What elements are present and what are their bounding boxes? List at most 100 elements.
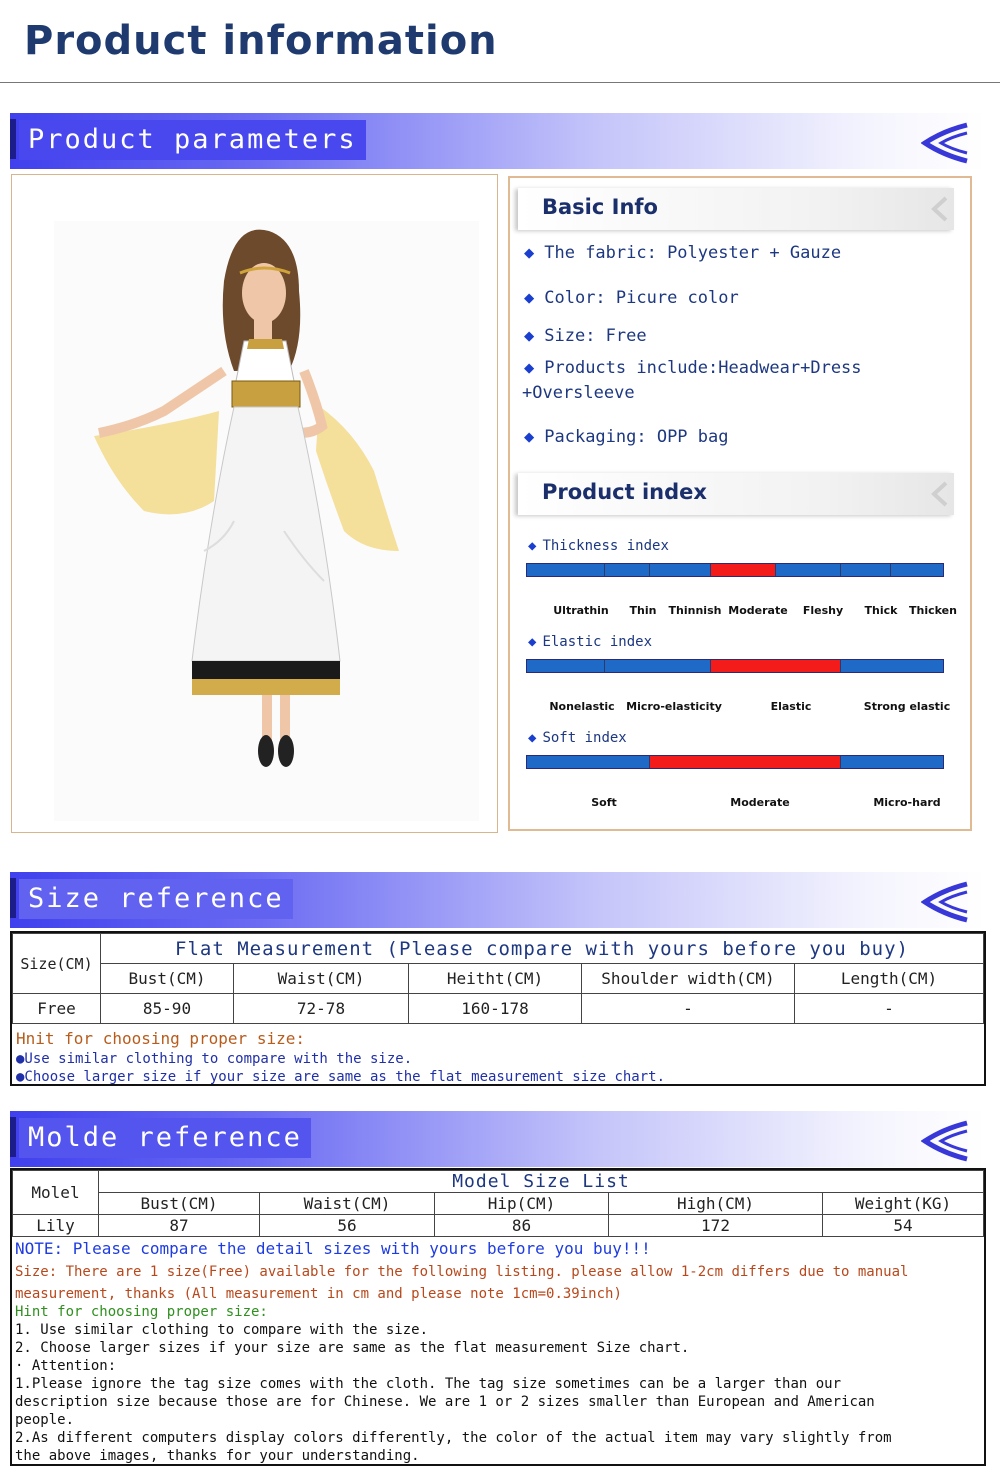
note-attention-2a: 2.As different computers display colors … <box>15 1430 892 1446</box>
column-header: Waist(CM) <box>233 963 409 994</box>
column-header: High(CM) <box>608 1192 823 1215</box>
index-label: Micro-hard <box>873 796 941 809</box>
section-banner-product-parameters: Product parameters <box>10 113 985 169</box>
products-item: ◆ Products include:Headwear+Dress +Oversle… <box>522 358 862 403</box>
table-cell: 72-78 <box>233 993 409 1024</box>
table-cell: 56 <box>259 1214 435 1237</box>
soft-index-bar <box>526 755 944 769</box>
note-size-1: Size: There are 1 size(Free) available f… <box>15 1264 909 1280</box>
index-label: Micro-elasticity <box>626 700 722 713</box>
size-hint-title: Hnit for choosing proper size: <box>16 1029 305 1048</box>
note-hint-1: 1. Use similar clothing to compare with … <box>15 1322 429 1338</box>
column-header: Weight(KG) <box>822 1192 984 1215</box>
index-label: Nonelastic <box>549 700 615 713</box>
index-label: Fleshy <box>802 604 844 617</box>
size-hint-1: ●Use similar clothing to compare with th… <box>16 1051 413 1067</box>
index-segment-divider <box>840 756 841 768</box>
index-label: Thinnish <box>668 604 722 617</box>
column-header: Heitht(CM) <box>408 963 582 994</box>
basic-info-header: Basic Info <box>518 188 954 230</box>
product-photo-frame <box>11 174 498 833</box>
note-size-2: measurement, thanks (All measurement in … <box>15 1286 622 1302</box>
table-cell: 85-90 <box>100 993 234 1024</box>
section-title: Size reference <box>19 879 293 919</box>
note-attention-1b: description size because those are for C… <box>15 1394 875 1410</box>
elastic-index-title: ◆ Elastic index <box>528 634 653 650</box>
model-table: Molel Model Size List Bust(CM) Waist(CM)… <box>12 1170 984 1237</box>
page-title: Product information <box>24 18 498 64</box>
info-panel: Basic Info ◆ The fabric: Polyester + Gauz… <box>508 176 972 831</box>
note-attention-2b: the above images, thanks for your unders… <box>15 1448 420 1464</box>
index-segment-divider <box>710 660 711 672</box>
chevron-left-icon <box>931 196 948 222</box>
column-header: Bust(CM) <box>100 963 234 994</box>
index-label: Strong elastic <box>863 700 951 713</box>
banner-accent <box>10 1117 16 1157</box>
elastic-index-bar <box>526 659 944 673</box>
model-corner-cell: Molel <box>12 1170 99 1215</box>
chevron-left-icon <box>921 881 968 923</box>
diamond-icon: ◆ <box>528 730 537 746</box>
diamond-icon: ◆ <box>524 243 535 263</box>
soft-index-title: ◆ Soft index <box>528 730 627 746</box>
index-segment-divider <box>890 564 891 576</box>
table-row: Free 85-90 72-78 160-178 - - <box>12 993 984 1024</box>
chevron-left-icon <box>921 122 968 164</box>
note-attention-1a: 1.Please ignore the tag size comes with … <box>15 1376 842 1392</box>
note-hint-2: 2. Choose larger sizes if your size are … <box>15 1340 690 1356</box>
diamond-icon: ◆ <box>524 427 535 447</box>
diamond-icon: ◆ <box>524 358 535 378</box>
table-cell: 54 <box>822 1214 984 1237</box>
index-label: Ultrathin <box>553 604 609 617</box>
note-hint-title: Hint for choosing proper size: <box>15 1304 268 1320</box>
index-segment-divider <box>649 564 650 576</box>
column-header: Bust(CM) <box>98 1192 260 1215</box>
index-segment-divider <box>840 564 841 576</box>
size-corner-cell: Size(CM) <box>12 933 101 994</box>
index-segment-divider <box>840 660 841 672</box>
index-label: Thin <box>629 604 657 617</box>
table-cell: - <box>581 993 795 1024</box>
thickness-index-bar <box>526 563 944 577</box>
banner-accent <box>10 119 16 159</box>
column-header: Shoulder width(CM) <box>581 963 795 994</box>
index-selected-segment <box>710 660 840 672</box>
index-segment-divider <box>710 564 711 576</box>
diamond-icon: ◆ <box>524 326 535 346</box>
note-compare: NOTE: Please compare the detail sizes wi… <box>15 1239 651 1258</box>
section-banner-molde-reference: Molde reference <box>10 1111 985 1167</box>
size-table-frame: Size(CM) Flat Measurement (Please compar… <box>10 931 986 1086</box>
diamond-icon: ◆ <box>528 634 537 650</box>
index-label: Soft <box>591 796 617 809</box>
section-title: Product parameters <box>19 120 366 160</box>
product-index-header: Product index <box>518 473 954 515</box>
chevron-left-icon <box>931 481 948 507</box>
packaging-item: ◆ Packaging: OPP bag <box>524 427 729 447</box>
index-selected-segment <box>649 756 840 768</box>
fabric-item: ◆ The fabric: Polyester + Gauze <box>524 243 842 263</box>
diamond-icon: ◆ <box>524 288 535 308</box>
size-table: Size(CM) Flat Measurement (Please compar… <box>12 933 984 1024</box>
index-segment-divider <box>604 660 605 672</box>
section-title: Molde reference <box>19 1118 311 1158</box>
product-photo <box>54 221 479 821</box>
model-table-frame: Molel Model Size List Bust(CM) Waist(CM)… <box>10 1168 986 1466</box>
table-cell: 160-178 <box>408 993 582 1024</box>
product-index-title: Product index <box>542 480 707 504</box>
table-cell: 87 <box>98 1214 260 1237</box>
basic-info-title: Basic Info <box>542 195 658 219</box>
title-divider <box>0 82 1000 83</box>
size-table-caption: Flat Measurement (Please compare with yo… <box>100 933 984 964</box>
section-banner-size-reference: Size reference <box>10 872 985 928</box>
chevron-left-icon <box>921 1120 968 1162</box>
index-label: Elastic <box>770 700 812 713</box>
index-label: Moderate <box>730 796 790 809</box>
row-label: Free <box>12 993 101 1024</box>
note-attention-1c: people. <box>15 1412 75 1428</box>
index-label: Moderate <box>728 604 788 617</box>
model-table-caption: Model Size List <box>98 1170 984 1193</box>
size-hint-2: ●Choose larger size if your size are sam… <box>16 1069 666 1085</box>
table-cell: 86 <box>434 1214 609 1237</box>
index-segment-divider <box>604 564 605 576</box>
column-header: Waist(CM) <box>259 1192 435 1215</box>
